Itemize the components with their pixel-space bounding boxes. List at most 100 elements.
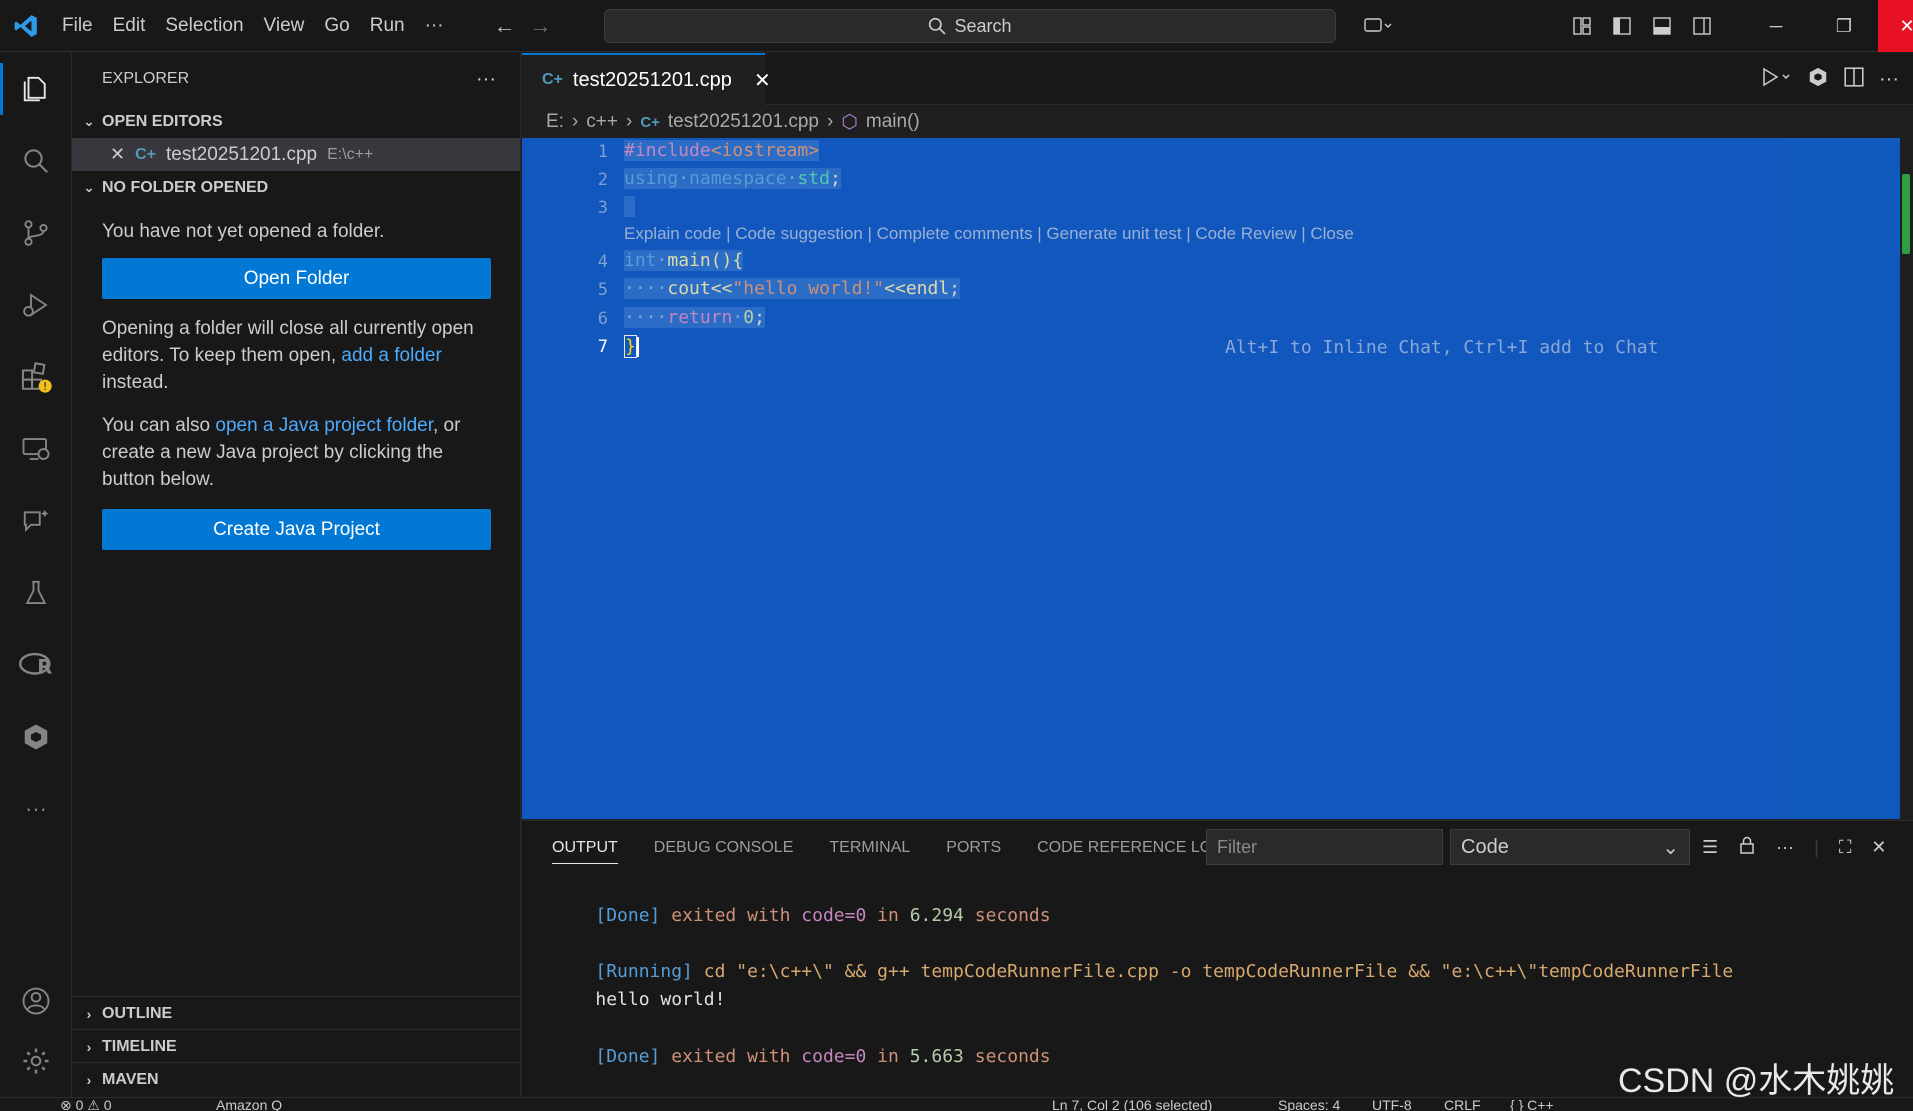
chevron-down-icon: ⌄	[83, 113, 95, 129]
amazon-q-action-icon[interactable]	[1807, 66, 1829, 93]
open-folder-button[interactable]: Open Folder	[102, 258, 491, 299]
customize-layout-icon[interactable]	[1562, 0, 1602, 52]
output-channel-select[interactable]: Code ⌄	[1450, 829, 1690, 865]
search-view-icon[interactable]	[0, 125, 72, 197]
maximize-panel-icon[interactable]: ⛶	[1839, 837, 1852, 858]
outline-section[interactable]: › OUTLINE	[72, 996, 521, 1030]
panel-more-icon[interactable]: ···	[1776, 837, 1794, 858]
restore-icon[interactable]: ❐	[1810, 0, 1878, 52]
text-cursor	[636, 337, 639, 357]
command-center-search[interactable]: Search	[604, 9, 1336, 43]
chevron-right-icon: ›	[86, 1005, 92, 1022]
menu-view[interactable]: View	[254, 0, 315, 52]
menu-more[interactable]: ···	[415, 0, 454, 52]
code-line-2: using·namespace·std;	[624, 168, 841, 189]
copilot-chat-icon[interactable]	[1350, 0, 1406, 52]
minimize-icon[interactable]: ─	[1742, 0, 1810, 52]
output-line: [Running] cd "e:\c++\" && g++ tempCodeRu…	[552, 940, 1733, 1003]
watermark: CSDN @水木姚姚	[1618, 1062, 1895, 1100]
output-token: [Done]	[595, 905, 661, 926]
explorer-icon[interactable]	[0, 53, 72, 125]
r-language-icon[interactable]: R	[0, 629, 72, 701]
breadcrumb-file[interactable]: test20251201.cpp	[668, 111, 819, 133]
amazon-q-icon[interactable]	[0, 701, 72, 773]
svg-text:!: !	[43, 381, 47, 393]
code-token: <<	[710, 278, 733, 299]
amazon-q-status[interactable]: Amazon Q	[216, 1098, 282, 1111]
menu-edit[interactable]: Edit	[103, 0, 156, 52]
run-debug-icon[interactable]	[0, 269, 72, 341]
menu-selection[interactable]: Selection	[155, 0, 253, 52]
tab-debug-console[interactable]: DEBUG CONSOLE	[654, 839, 794, 857]
testing-flask-icon[interactable]	[0, 557, 72, 629]
menu-bar: File Edit Selection View Go Run ···	[52, 0, 454, 52]
extensions-warning-icon[interactable]: !	[0, 341, 72, 413]
breadcrumb-folder[interactable]: c++	[586, 111, 618, 133]
language-status[interactable]: { } C++	[1510, 1098, 1554, 1111]
line-number-current: 7	[597, 337, 608, 357]
menu-file[interactable]: File	[52, 0, 103, 52]
lock-scroll-icon[interactable]	[1738, 835, 1756, 860]
close-editor-icon[interactable]: ✕	[110, 144, 125, 165]
outline-header: OUTLINE	[102, 1004, 173, 1022]
toggle-primary-sidebar-icon[interactable]	[1602, 0, 1642, 52]
tab-test20251201-cpp[interactable]: C+ test20251201.cpp ✕	[522, 53, 771, 105]
close-window-icon[interactable]: ✕	[1878, 0, 1913, 52]
code-editor[interactable]: 1 2 3 4 5 6 7 #include<iostream> using·n…	[522, 138, 1902, 819]
tab-ports[interactable]: PORTS	[946, 839, 1001, 857]
code-token: cout	[667, 278, 711, 299]
cpp-file-icon: C+	[640, 113, 660, 131]
close-tab-icon[interactable]: ✕	[754, 68, 771, 93]
editor-more-icon[interactable]: ···	[1879, 68, 1899, 91]
menu-run[interactable]: Run	[360, 0, 415, 52]
vscode-logo-icon	[0, 0, 52, 52]
title-bar: File Edit Selection View Go Run ··· ← → …	[0, 0, 1913, 52]
editor-scrollbar[interactable]	[1900, 138, 1913, 819]
timeline-section[interactable]: › TIMELINE	[72, 1029, 521, 1063]
cursor-position-status[interactable]: Ln 7, Col 2 (106 selected)	[1052, 1098, 1212, 1111]
minimap[interactable]	[1786, 138, 1900, 819]
breadcrumb-symbol[interactable]: main()	[866, 111, 920, 133]
clear-output-icon[interactable]: ☰	[1702, 837, 1718, 858]
code-token: return	[667, 307, 733, 328]
run-code-icon[interactable]	[1761, 66, 1793, 93]
toggle-secondary-sidebar-icon[interactable]	[1682, 0, 1722, 52]
output-filter-input[interactable]: Filter	[1206, 829, 1443, 865]
search-icon	[929, 17, 946, 35]
tab-terminal[interactable]: TERMINAL	[829, 839, 910, 857]
source-control-icon[interactable]	[0, 197, 72, 269]
split-editor-icon[interactable]	[1843, 66, 1865, 93]
maven-section[interactable]: › MAVEN	[72, 1062, 521, 1096]
output-token: 6.294	[909, 905, 964, 926]
ai-codelens[interactable]: Explain code | Code suggestion | Complet…	[624, 224, 1354, 244]
open-java-project-link[interactable]: open a Java project folder	[215, 415, 433, 436]
toggle-panel-icon[interactable]	[1642, 0, 1682, 52]
chevron-right-icon: ›	[826, 111, 834, 132]
problems-status[interactable]: ⊗ 0 ⚠ 0	[60, 1098, 112, 1111]
remote-explorer-icon[interactable]	[0, 413, 72, 485]
code-token: <iostream>	[710, 140, 820, 161]
add-folder-link[interactable]: add a folder	[341, 345, 441, 366]
code-token: ;	[754, 307, 765, 328]
tab-label: test20251201.cpp	[572, 68, 732, 91]
menu-go[interactable]: Go	[314, 0, 359, 52]
breadcrumb-drive[interactable]: E:	[546, 111, 564, 133]
forward-arrow-icon[interactable]: →	[530, 13, 552, 39]
settings-gear-icon[interactable]	[0, 1025, 72, 1097]
more-views-icon[interactable]: ···	[0, 773, 72, 845]
indentation-status[interactable]: Spaces: 4	[1278, 1098, 1340, 1111]
tab-code-reference-log[interactable]: CODE REFERENCE LOG	[1037, 839, 1225, 857]
back-arrow-icon[interactable]: ←	[494, 13, 516, 39]
chat-sparkle-icon[interactable]	[0, 485, 72, 557]
no-folder-section[interactable]: ⌄ NO FOLDER OPENED	[72, 171, 520, 204]
tab-output[interactable]: OUTPUT	[552, 839, 618, 864]
open-editors-section[interactable]: ⌄ OPEN EDITORS	[72, 105, 520, 138]
sidebar-more-icon[interactable]: ···	[476, 68, 496, 91]
output-token: in	[877, 905, 899, 926]
close-panel-icon[interactable]: ✕	[1871, 837, 1886, 858]
eol-status[interactable]: CRLF	[1444, 1098, 1481, 1111]
code-token: 0	[743, 307, 755, 328]
open-editor-item[interactable]: ✕ C+ test20251201.cpp E:\c++	[72, 138, 520, 171]
create-java-project-button[interactable]: Create Java Project	[102, 509, 491, 550]
encoding-status[interactable]: UTF-8	[1372, 1098, 1412, 1111]
